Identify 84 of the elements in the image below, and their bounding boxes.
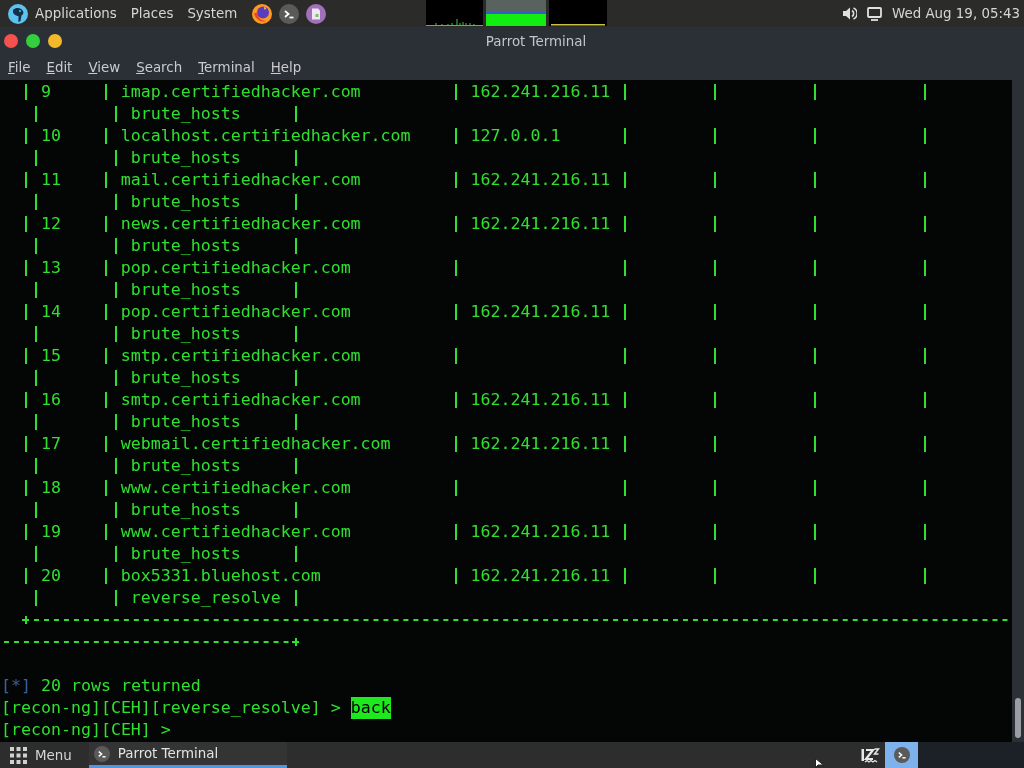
menu-label: Menu xyxy=(35,747,72,763)
hostname: pop.certifiedhacker.com xyxy=(120,301,351,323)
menu-item[interactable]: Help xyxy=(262,57,310,78)
hostname: webmail.certifiedhacker.com xyxy=(120,433,391,455)
row-number: 9 xyxy=(40,81,51,103)
network-graph xyxy=(549,0,608,26)
row-number: 13 xyxy=(40,257,61,279)
window-title: Parrot Terminal xyxy=(485,33,587,49)
cpu-graph xyxy=(426,0,484,26)
hostname: mail.certifiedhacker.com xyxy=(120,169,361,191)
terminal-icon xyxy=(93,745,110,762)
row-number: 19 xyxy=(40,521,61,543)
bird-logo-icon[interactable] xyxy=(8,3,28,24)
hostname: smtp.certifiedhacker.com xyxy=(120,345,361,367)
shell-prompt: [recon-ng][CEH][reverse_resolve] > xyxy=(1,697,341,719)
hostname: box5331.bluehost.com xyxy=(120,565,321,587)
panel-menu[interactable]: Places xyxy=(123,3,181,24)
hostname: pop.certifiedhacker.com xyxy=(120,257,351,279)
ip-address: 162.241.216.11 xyxy=(470,81,611,103)
menu-item[interactable]: Edit xyxy=(38,57,81,78)
speaker-icon[interactable] xyxy=(842,6,857,21)
module-name: brute_hosts xyxy=(130,103,241,125)
row-number: 17 xyxy=(40,433,61,455)
clock[interactable]: Wed Aug 19, 05:43 xyxy=(892,6,1020,21)
display-icon[interactable] xyxy=(867,6,882,21)
row-number: 14 xyxy=(40,301,61,323)
menu-item[interactable]: File xyxy=(0,57,39,78)
module-name: brute_hosts xyxy=(130,499,241,521)
module-name: brute_hosts xyxy=(130,191,241,213)
window-minimize-button[interactable] xyxy=(48,34,62,48)
hostname: www.certifiedhacker.com xyxy=(120,521,351,543)
row-number: 20 xyxy=(40,565,61,587)
module-name: brute_hosts xyxy=(130,279,241,301)
panel-menu[interactable]: System xyxy=(180,3,245,24)
scrollbar-thumb[interactable] xyxy=(1015,698,1021,738)
module-name: brute_hosts xyxy=(130,323,241,345)
ip-address: 162.241.216.11 xyxy=(470,433,611,455)
hostname: news.certifiedhacker.com xyxy=(120,213,361,235)
row-number: 18 xyxy=(40,477,61,499)
memory-graph xyxy=(486,0,547,26)
module-name: brute_hosts xyxy=(130,411,241,433)
module-name: brute_hosts xyxy=(130,235,241,257)
hostname: smtp.certifiedhacker.com xyxy=(120,389,361,411)
app-grid-icon xyxy=(10,746,27,764)
row-number: 10 xyxy=(40,125,61,147)
window-close-button[interactable] xyxy=(4,34,18,48)
ip-address: 162.241.216.11 xyxy=(470,521,611,543)
module-name: brute_hosts xyxy=(130,543,241,565)
document-icon[interactable] xyxy=(306,3,327,24)
terminal-icon[interactable] xyxy=(279,3,300,24)
panel-menu[interactable]: Applications xyxy=(28,3,124,24)
ip-address: 127.0.0.1 xyxy=(470,125,561,147)
module-name: brute_hosts xyxy=(130,147,241,169)
shell-prompt: [recon-ng][CEH] > xyxy=(1,719,171,741)
menu-item[interactable]: View xyxy=(80,57,129,78)
window-maximize-button[interactable] xyxy=(26,34,40,48)
status-message: 20 rows returned xyxy=(40,675,201,697)
task-label: Parrot Terminal xyxy=(117,746,219,761)
ip-address: 162.241.216.11 xyxy=(470,565,611,587)
status-marker: [*] xyxy=(1,675,31,697)
hostname: www.certifiedhacker.com xyxy=(120,477,351,499)
row-number: 11 xyxy=(40,169,61,191)
row-number: 12 xyxy=(40,213,61,235)
terminal-icon xyxy=(893,747,910,763)
menu-button[interactable]: Menu xyxy=(0,742,80,768)
ip-address: 162.241.216.11 xyxy=(470,301,611,323)
menu-item[interactable]: Terminal xyxy=(190,57,263,78)
ip-address: 162.241.216.11 xyxy=(470,213,611,235)
ip-address: 162.241.216.11 xyxy=(470,169,611,191)
module-name: brute_hosts xyxy=(130,367,241,389)
hostname: localhost.certifiedhacker.com xyxy=(120,125,411,147)
taskbar-window-button[interactable]: Parrot Terminal xyxy=(88,742,287,768)
sleep-icon[interactable] xyxy=(861,746,880,764)
command-text: back xyxy=(350,697,391,719)
scrollbar[interactable] xyxy=(1012,80,1024,742)
row-number: 16 xyxy=(40,389,61,411)
module-name: reverse_resolve xyxy=(130,587,281,609)
row-number: 15 xyxy=(40,345,61,367)
hostname: imap.certifiedhacker.com xyxy=(120,81,361,103)
module-name: brute_hosts xyxy=(130,455,241,477)
menu-item[interactable]: Search xyxy=(128,57,191,78)
fox-globe-icon[interactable] xyxy=(252,3,273,24)
ip-address: 162.241.216.11 xyxy=(470,389,611,411)
workspace-button[interactable] xyxy=(885,742,918,768)
